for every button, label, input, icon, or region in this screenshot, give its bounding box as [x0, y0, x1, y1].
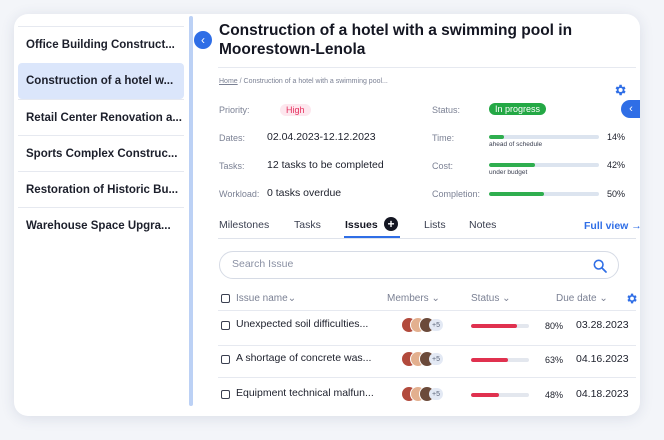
tab-lists[interactable]: Lists — [424, 219, 446, 231]
issue-percent: 63% — [545, 355, 564, 365]
issue-progress-bar — [471, 358, 529, 362]
plus-icon: + — [387, 217, 395, 231]
column-header-issue-name[interactable]: Issue name⌄ — [236, 293, 296, 304]
divider — [218, 377, 636, 378]
more-members-badge: +5 — [429, 319, 443, 331]
workload-label: Workload: — [219, 189, 260, 199]
completion-progress-fill — [489, 192, 544, 196]
project-card: Office Building Construct... Constructio… — [14, 14, 640, 416]
issue-name[interactable]: A shortage of concrete was... — [236, 352, 371, 364]
members-avatars[interactable]: +5 — [401, 386, 447, 402]
select-all-checkbox[interactable] — [221, 294, 230, 303]
chevron-left-icon: ‹ — [201, 33, 205, 47]
time-progress-fill — [489, 135, 505, 139]
column-header-label: Due date — [556, 293, 597, 304]
workload-value: 0 tasks overdue — [267, 187, 342, 199]
full-view-link[interactable]: Full view → — [584, 220, 640, 232]
issue-name[interactable]: Equipment technical malfun... — [236, 387, 374, 399]
issue-due-date: 03.28.2023 — [576, 319, 629, 331]
cost-label: Cost: — [432, 161, 454, 171]
divider — [218, 67, 636, 68]
more-members-badge: +5 — [429, 388, 443, 400]
issue-due-date: 04.16.2023 — [576, 353, 629, 365]
breadcrumb-current: / Construction of a hotel with a swimmin… — [237, 78, 388, 85]
column-header-label: Status — [471, 293, 500, 304]
completion-progress-bar — [489, 192, 599, 196]
members-avatars[interactable]: +5 — [401, 351, 447, 367]
row-checkbox[interactable] — [221, 321, 230, 330]
members-avatars[interactable]: +5 — [401, 317, 447, 333]
column-header-label: Members — [387, 293, 429, 304]
cost-note: under budget — [489, 169, 528, 176]
active-tab-indicator — [344, 236, 400, 238]
sidebar-item-historic-restoration[interactable]: Restoration of Historic Bu... — [18, 171, 184, 207]
issue-progress-fill — [471, 393, 499, 397]
right-panel-toggle-button[interactable]: ‹ — [621, 100, 640, 118]
sidebar-item-retail-center[interactable]: Retail Center Renovation a... — [18, 99, 184, 135]
dates-label: Dates: — [219, 133, 246, 143]
add-issue-button[interactable]: + — [384, 217, 398, 231]
tasks-value: 12 tasks to be completed — [267, 159, 384, 171]
search-icon[interactable] — [592, 258, 608, 274]
issue-progress-fill — [471, 358, 508, 362]
time-progress-bar — [489, 135, 599, 139]
status-badge: In progress — [489, 103, 547, 115]
divider — [218, 345, 636, 346]
divider — [218, 238, 636, 239]
page-title: Construction of a hotel with a swimming … — [219, 22, 573, 58]
project-sidebar: Office Building Construct... Constructio… — [14, 14, 193, 416]
status-label: Status: — [432, 105, 461, 115]
tab-milestones[interactable]: Milestones — [219, 219, 269, 231]
column-header-due-date[interactable]: Due date ⌄ — [556, 293, 608, 304]
issue-percent: 80% — [545, 321, 564, 331]
row-checkbox[interactable] — [221, 390, 230, 399]
row-checkbox[interactable] — [221, 355, 230, 364]
time-percent: 14% — [607, 132, 626, 142]
project-detail: Construction of a hotel with a swimming … — [218, 14, 640, 416]
chevron-down-icon: ⌄ — [599, 293, 608, 304]
priority-label: Priority: — [219, 105, 250, 115]
priority-badge: High — [280, 104, 311, 116]
dates-value: 02.04.2023-12.12.2023 — [267, 131, 376, 143]
column-header-label: Issue name — [236, 293, 288, 304]
cost-progress-fill — [489, 163, 536, 167]
sidebar-item-sports-complex[interactable]: Sports Complex Construc... — [18, 135, 184, 171]
issue-percent: 48% — [545, 390, 564, 400]
issue-progress-bar — [471, 393, 529, 397]
column-header-members[interactable]: Members ⌄ — [387, 293, 440, 304]
sidebar-item-office-building[interactable]: Office Building Construct... — [18, 26, 184, 62]
sidebar-item-warehouse[interactable]: Warehouse Space Upgra... — [18, 207, 184, 243]
gear-icon[interactable] — [613, 83, 627, 97]
issue-name[interactable]: Unexpected soil difficulties... — [236, 318, 368, 330]
completion-label: Completion: — [432, 189, 481, 199]
sidebar-collapse-button[interactable]: ‹ — [194, 31, 212, 49]
tab-issues[interactable]: Issues — [345, 219, 378, 231]
cost-progress-bar — [489, 163, 599, 167]
search-box — [219, 251, 619, 279]
issue-progress-bar — [471, 324, 529, 328]
chevron-down-icon: ⌄ — [502, 293, 511, 304]
column-header-status[interactable]: Status ⌄ — [471, 293, 511, 304]
divider — [218, 310, 636, 311]
time-label: Time: — [432, 133, 455, 143]
chevron-down-icon: ⌄ — [431, 293, 440, 304]
sidebar-item-hotel[interactable]: Construction of a hotel w... — [18, 63, 184, 99]
sidebar-scrollbar[interactable] — [189, 16, 193, 406]
completion-percent: 50% — [607, 189, 626, 199]
breadcrumb-home-link[interactable]: Home — [219, 78, 238, 85]
issue-progress-fill — [471, 324, 518, 328]
tab-tasks[interactable]: Tasks — [294, 219, 321, 231]
chevron-left-icon: ‹ — [629, 103, 633, 115]
breadcrumb: Home / Construction of a hotel with a sw… — [219, 78, 388, 85]
more-members-badge: +5 — [429, 353, 443, 365]
issue-due-date: 04.18.2023 — [576, 388, 629, 400]
tasks-label: Tasks: — [219, 161, 245, 171]
table-settings-gear-icon[interactable] — [625, 292, 638, 305]
cost-percent: 42% — [607, 160, 626, 170]
time-note: ahead of schedule — [489, 141, 543, 148]
chevron-down-icon: ⌄ — [287, 293, 297, 304]
tab-notes[interactable]: Notes — [469, 219, 496, 231]
search-input[interactable] — [232, 258, 572, 270]
